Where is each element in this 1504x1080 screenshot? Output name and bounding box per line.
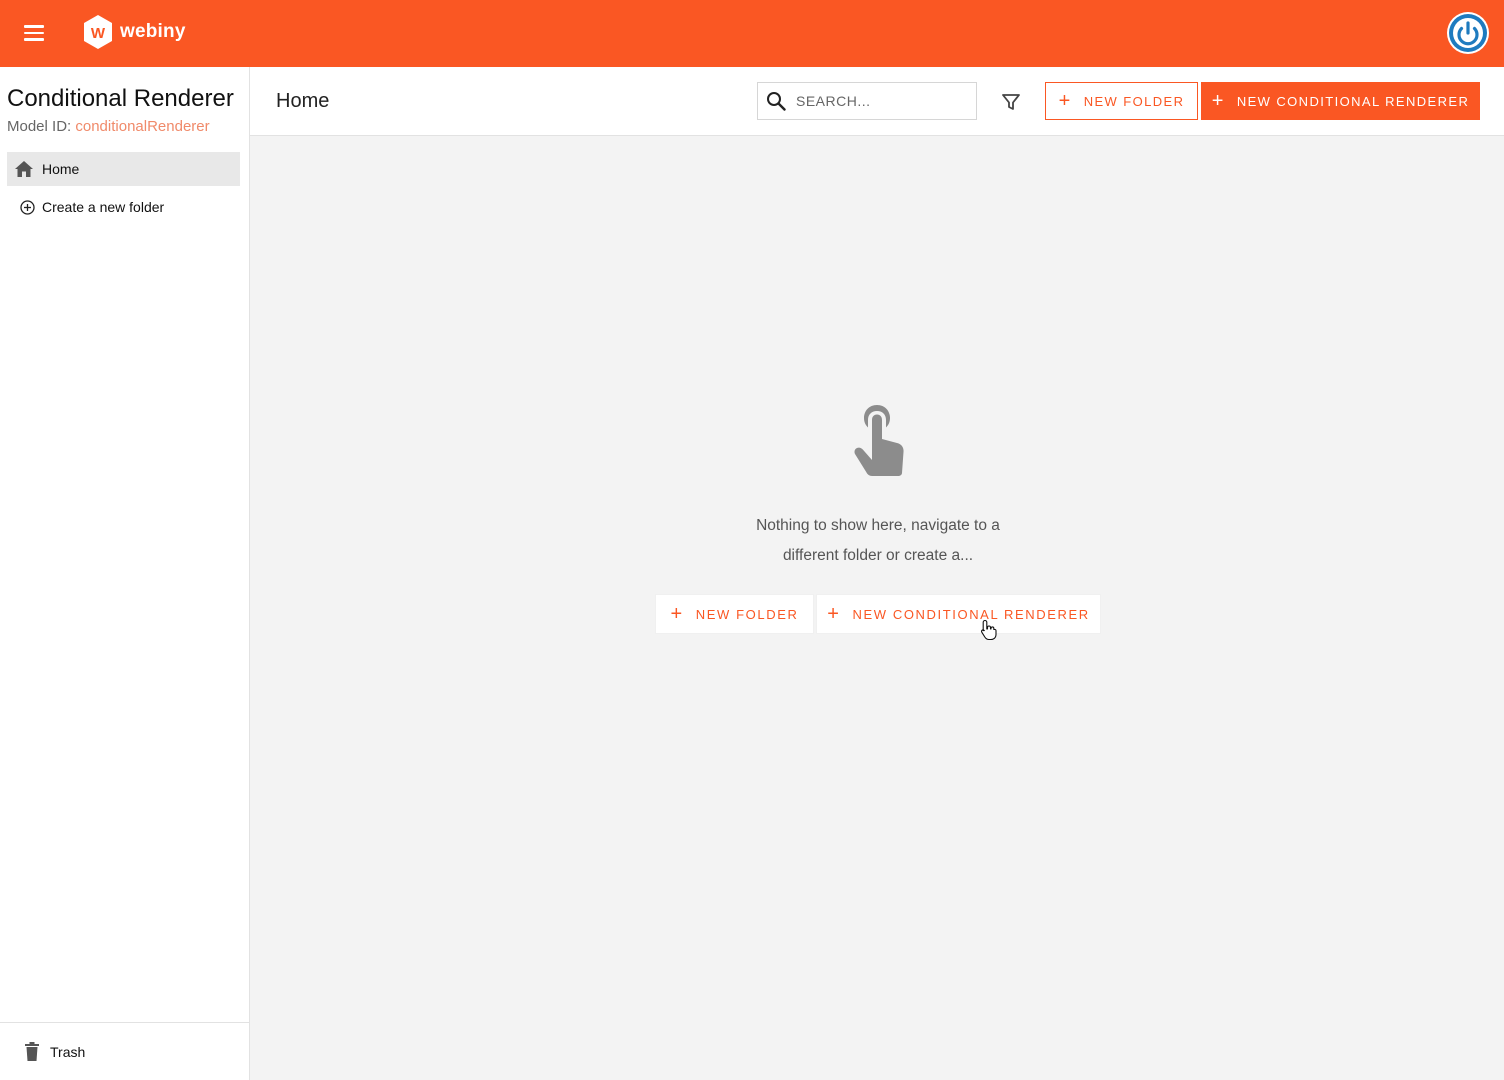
new-conditional-renderer-button[interactable]: + NEW CONDITIONAL RENDERER: [1201, 82, 1480, 120]
new-folder-button-label: NEW FOLDER: [1083, 93, 1185, 109]
empty-new-folder-button[interactable]: + NEW FOLDER: [656, 595, 813, 633]
search-box[interactable]: [757, 82, 977, 120]
plus-icon: +: [827, 603, 841, 625]
search-icon: [767, 92, 786, 111]
create-folder-label: Create a new folder: [42, 199, 165, 215]
hamburger-icon[interactable]: [24, 22, 48, 44]
sidebar-item-trash[interactable]: Trash: [0, 1022, 249, 1080]
model-id-label: Model ID:: [7, 118, 72, 135]
sidebar-item-home[interactable]: Home: [7, 152, 240, 186]
webiny-logo[interactable]: W webiny: [82, 14, 186, 50]
top-bar: W webiny: [0, 0, 1504, 67]
create-folder-link[interactable]: Create a new folder: [20, 197, 164, 217]
brand-name: webiny: [120, 21, 186, 42]
sidebar-item-label: Home: [42, 161, 80, 177]
model-id-value: conditionalRenderer: [75, 118, 210, 135]
filter-icon[interactable]: [1000, 91, 1022, 113]
empty-new-conditional-renderer-label: NEW CONDITIONAL RENDERER: [852, 606, 1090, 622]
user-avatar[interactable]: [1447, 12, 1489, 54]
svg-text:W: W: [91, 25, 106, 42]
plus-icon: +: [1058, 90, 1072, 112]
empty-new-folder-label: NEW FOLDER: [695, 606, 799, 622]
touch-hand-icon: [854, 405, 904, 476]
model-title: Conditional Renderer: [7, 85, 234, 112]
home-icon: [15, 161, 33, 177]
trash-icon: [25, 1041, 39, 1061]
model-id: Model ID: conditionalRenderer: [7, 118, 210, 135]
new-conditional-renderer-button-label: NEW CONDITIONAL RENDERER: [1236, 93, 1470, 109]
new-folder-button[interactable]: + NEW FOLDER: [1045, 82, 1198, 120]
add-circle-icon: [20, 199, 35, 215]
power-icon: [1449, 14, 1487, 52]
empty-new-conditional-renderer-button[interactable]: + NEW CONDITIONAL RENDERER: [817, 595, 1100, 633]
content-header: Home + NEW FOLDER + NEW CONDITIONAL REND…: [250, 67, 1504, 136]
plus-icon: +: [670, 603, 684, 625]
plus-icon: +: [1211, 90, 1225, 112]
sidebar: Conditional Renderer Model ID: condition…: [0, 67, 250, 1080]
search-input[interactable]: [796, 93, 966, 109]
trash-label: Trash: [50, 1043, 86, 1060]
webiny-logo-icon: W: [84, 15, 112, 49]
empty-state-message: Nothing to show here, navigate to a diff…: [756, 517, 1000, 564]
page-title: Home: [276, 90, 330, 112]
